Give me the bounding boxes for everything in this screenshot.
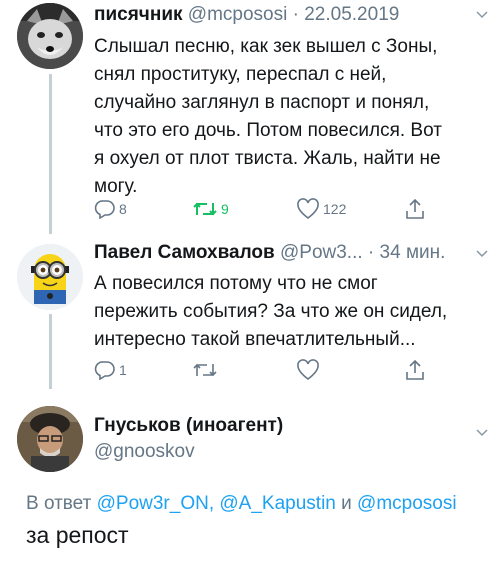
tweet-3-handle-row: @gnooskov [94,441,195,463]
author-name[interactable]: писячник [94,4,183,25]
separator: · [367,242,375,263]
retweet-icon [193,202,217,216]
share-icon [406,359,424,380]
reply-count: 8 [119,201,127,217]
share-icon [406,198,424,219]
like-count: 122 [323,201,347,217]
retweet-icon [193,363,217,377]
text-line: пережить события? За что же он сидел, [94,301,448,322]
tweet-time[interactable]: 34 мин. [380,242,446,263]
tweet-2-actions: 1 [94,357,434,383]
tweet-3-name: Гнуськов (иноагент) [94,415,283,437]
like-button[interactable]: 122 [296,196,346,222]
author-handle[interactable]: @mcpososi [188,4,288,25]
like-icon [297,198,319,220]
reply-button[interactable]: 1 [94,357,127,383]
mention-link[interactable]: @A_Kapustin [219,493,335,514]
retweet-button[interactable] [192,357,218,383]
author-name[interactable]: Павел Самохвалов [94,242,275,263]
tweet-3-text: за репост [26,522,129,548]
tweet-2-header: Павел Самохвалов @Pow3... · 34 мин. [94,242,445,264]
thread-line [49,74,52,234]
tweet-2-text: А повесился потому что не смог пережить … [94,270,490,354]
text-line: Слышал песню, как зек вышел с Зоны, [94,36,438,57]
tweet-date[interactable]: 22.05.2019 [304,4,399,25]
text-line: снял проституку, переспал с ней, [94,64,387,85]
text-line: случайно заглянул в паспорт и понял, [94,92,430,113]
chevron-down-icon[interactable] [476,427,488,439]
reply-count: 1 [119,362,127,378]
author-name[interactable]: Гнуськов (иноагент) [94,415,283,436]
replying-to: В ответ @Pow3r_ON, @A_Kapustin и @mcposo… [26,493,457,515]
text-line: А повесился потому что не смог [94,273,378,294]
tweet-2: Павел Самохвалов @Pow3... · 34 мин. А по… [0,232,500,389]
tweet-1: писячник @mcpososi · 22.05.2019 Слышал п… [0,0,500,234]
share-button[interactable] [404,196,426,222]
thread-line [49,314,52,389]
chevron-down-icon[interactable] [476,9,488,21]
like-button[interactable] [296,357,320,383]
text-line: я охуел от плот твиста. Жаль, найти не [94,148,441,169]
reply-icon [94,200,115,219]
mention-link[interactable]: @mcpososi [357,493,457,514]
tweet-1-text: Слышал песню, как зек вышел с Зоны, снял… [94,33,490,201]
separator: · [292,4,299,25]
tweet-1-header: писячник @mcpososi · 22.05.2019 [94,4,399,26]
mention-link[interactable]: @Pow3r_ON, [97,493,215,514]
retweet-button[interactable]: 9 [192,196,229,222]
like-icon [297,359,319,381]
tweet-1-actions: 8 9 122 [94,196,434,222]
text-line: интересно такой впечатлительный... [94,329,416,350]
text-line: что это его дочь. Потом повесился. Вот [94,120,442,141]
author-handle[interactable]: @gnooskov [94,441,195,462]
avatar-gnuskov[interactable] [17,406,83,472]
avatar-pisyachnik[interactable] [17,3,83,69]
avatar-pavel[interactable] [17,244,83,310]
share-button[interactable] [404,357,426,383]
reply-icon [94,361,115,380]
author-handle[interactable]: @Pow3... [280,242,363,263]
reply-button[interactable]: 8 [94,196,127,222]
chevron-down-icon[interactable] [476,248,488,260]
retweet-count: 9 [221,201,229,217]
replying-to-label: В ответ [26,493,92,514]
conjunction: и [341,493,352,514]
